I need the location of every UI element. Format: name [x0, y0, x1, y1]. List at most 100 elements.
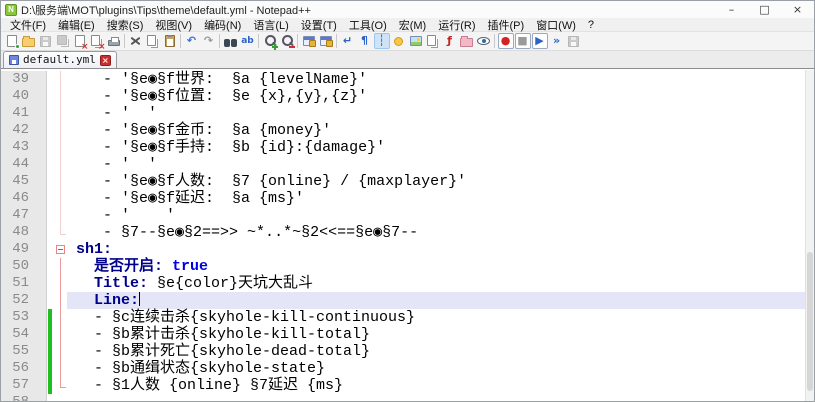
maximize-button[interactable]: □ — [748, 1, 781, 18]
editor-line-52[interactable]: 52 Line: — [1, 292, 814, 309]
scrollbar-thumb[interactable] — [807, 252, 813, 391]
tab-close-icon[interactable]: × — [100, 55, 111, 66]
indent-guide-icon[interactable]: ┆ — [374, 33, 390, 49]
menu-item-5[interactable]: 语言(L) — [247, 17, 294, 33]
undo-icon[interactable]: ↶ — [184, 33, 200, 49]
code-text[interactable]: - '§e◉§f手持: §b {id}:{damage}' — [67, 139, 814, 156]
editor-line-39[interactable]: 39 - '§e◉§f世界: §a {levelName}' — [1, 71, 814, 88]
editor-line-49[interactable]: 49− sh1: — [1, 241, 814, 258]
show-all-characters-icon[interactable]: ¶ — [357, 33, 373, 49]
editor-line-45[interactable]: 45 - '§e◉§f人数: §7 {online} / {maxplayer}… — [1, 173, 814, 190]
editor-line-48[interactable]: 48 - §7--§e◉§2==>> ~*..*~§2<<==§e◉§7-- — [1, 224, 814, 241]
menu-item-12[interactable]: ? — [582, 19, 600, 31]
editor-line-42[interactable]: 42 - '§e◉§f金币: §a {money}' — [1, 122, 814, 139]
code-text[interactable]: - '§e◉§f世界: §a {levelName}' — [67, 71, 814, 88]
menu-item-6[interactable]: 设置(T) — [295, 17, 343, 33]
code-text[interactable]: - §b累计死亡{skyhole-dead-total} — [67, 343, 814, 360]
code-text[interactable]: - ' ' — [67, 207, 814, 224]
macro-run-multiple-icon[interactable]: » — [549, 33, 565, 49]
editor-line-44[interactable]: 44 - ' ' — [1, 156, 814, 173]
zoom-in-icon[interactable] — [262, 33, 278, 49]
close-all-icon[interactable]: × — [89, 33, 105, 49]
fold-guide-line — [60, 377, 61, 387]
editor-line-41[interactable]: 41 - ' ' — [1, 105, 814, 122]
menu-item-2[interactable]: 搜索(S) — [101, 17, 150, 33]
monitoring-icon[interactable] — [476, 33, 492, 49]
new-file-icon[interactable] — [4, 33, 20, 49]
code-text[interactable]: - §c连续击杀{skyhole-kill-continuous} — [67, 309, 814, 326]
toolbar-separator — [219, 34, 220, 48]
find-icon[interactable] — [223, 33, 239, 49]
editor-line-57[interactable]: 57 - §1人数 {online} §7延迟 {ms} — [1, 377, 814, 394]
line-number: 58 — [1, 394, 47, 401]
editor-line-55[interactable]: 55 - §b累计死亡{skyhole-dead-total} — [1, 343, 814, 360]
folder-as-workspace-icon[interactable] — [459, 33, 475, 49]
macro-save-icon[interactable] — [566, 33, 582, 49]
code-text[interactable]: - '§e◉§f延迟: §a {ms}' — [67, 190, 814, 207]
code-text[interactable]: Title: §e{color}天坑大乱斗 — [67, 275, 814, 292]
document-map-icon[interactable] — [408, 33, 424, 49]
editor-line-53[interactable]: 53 - §c连续击杀{skyhole-kill-continuous} — [1, 309, 814, 326]
fold-guide-end — [60, 387, 66, 388]
code-text[interactable]: sh1: — [67, 241, 814, 258]
replace-icon[interactable]: ab — [240, 33, 256, 49]
menu-item-10[interactable]: 插件(P) — [482, 17, 531, 33]
code-text[interactable]: 是否开启: true — [67, 258, 814, 275]
code-text[interactable]: - '§e◉§f人数: §7 {online} / {maxplayer}' — [67, 173, 814, 190]
sync-vertical-scrolling-icon[interactable] — [301, 33, 317, 49]
fold-guide-line — [60, 71, 61, 88]
print-icon[interactable] — [106, 33, 122, 49]
code-text[interactable]: - §b累计击杀{skyhole-kill-total} — [67, 326, 814, 343]
function-list-icon[interactable]: ƒ — [442, 33, 458, 49]
zoom-out-icon[interactable] — [279, 33, 295, 49]
macro-record-icon[interactable]: ● — [498, 33, 514, 49]
macro-stop-icon[interactable]: ■ — [515, 33, 531, 49]
code-text[interactable]: - ' ' — [67, 105, 814, 122]
editor-line-54[interactable]: 54 - §b累计击杀{skyhole-kill-total} — [1, 326, 814, 343]
close-file-icon[interactable]: × — [72, 33, 88, 49]
code-text[interactable] — [67, 394, 814, 401]
menu-item-8[interactable]: 宏(M) — [393, 17, 433, 33]
macro-play-icon[interactable]: ▶ — [532, 33, 548, 49]
tab-default-yml[interactable]: default.yml × — [3, 51, 117, 68]
minimize-button[interactable]: – — [715, 1, 748, 18]
menu-item-4[interactable]: 编码(N) — [198, 17, 247, 33]
code-text[interactable]: Line: — [67, 292, 814, 309]
code-text[interactable]: - §7--§e◉§2==>> ~*..*~§2<<==§e◉§7-- — [67, 224, 814, 241]
close-button[interactable]: × — [781, 1, 814, 18]
menu-item-3[interactable]: 视图(V) — [149, 17, 198, 33]
code-text[interactable]: - §1人数 {online} §7延迟 {ms} — [67, 377, 814, 394]
open-file-icon[interactable] — [21, 33, 37, 49]
copy-icon[interactable] — [145, 33, 161, 49]
save-all-icon[interactable] — [55, 33, 71, 49]
menu-item-9[interactable]: 运行(R) — [432, 17, 481, 33]
line-number: 53 — [1, 309, 47, 326]
menu-item-11[interactable]: 窗口(W) — [530, 17, 582, 33]
editor-line-56[interactable]: 56 - §b通缉状态{skyhole-state} — [1, 360, 814, 377]
menu-item-0[interactable]: 文件(F) — [4, 17, 52, 33]
redo-icon[interactable]: ↷ — [201, 33, 217, 49]
paste-icon[interactable] — [162, 33, 178, 49]
word-wrap-icon[interactable]: ↵ — [340, 33, 356, 49]
editor-line-46[interactable]: 46 - '§e◉§f延迟: §a {ms}' — [1, 190, 814, 207]
text-editor[interactable]: 39 - '§e◉§f世界: §a {levelName}'40 - '§e◉§… — [1, 70, 814, 401]
vertical-scrollbar[interactable] — [805, 70, 814, 401]
code-text[interactable]: - ' ' — [67, 156, 814, 173]
document-list-icon[interactable] — [425, 33, 441, 49]
editor-line-43[interactable]: 43 - '§e◉§f手持: §b {id}:{damage}' — [1, 139, 814, 156]
cut-icon[interactable] — [128, 33, 144, 49]
code-text[interactable]: - §b通缉状态{skyhole-state} — [67, 360, 814, 377]
menu-item-7[interactable]: 工具(O) — [343, 17, 393, 33]
editor-line-50[interactable]: 50 是否开启: true — [1, 258, 814, 275]
editor-line-51[interactable]: 51 Title: §e{color}天坑大乱斗 — [1, 275, 814, 292]
sync-horizontal-scrolling-icon[interactable] — [318, 33, 334, 49]
editor-line-58[interactable]: 58 — [1, 394, 814, 401]
editor-line-40[interactable]: 40 - '§e◉§f位置: §e {x},{y},{z}' — [1, 88, 814, 105]
define-language-icon[interactable] — [391, 33, 407, 49]
code-text[interactable]: - '§e◉§f金币: §a {money}' — [67, 122, 814, 139]
save-file-icon[interactable] — [38, 33, 54, 49]
menu-item-1[interactable]: 编辑(E) — [52, 17, 101, 33]
fold-collapse-icon[interactable]: − — [56, 245, 65, 254]
code-text[interactable]: - '§e◉§f位置: §e {x},{y},{z}' — [67, 88, 814, 105]
editor-line-47[interactable]: 47 - ' ' — [1, 207, 814, 224]
